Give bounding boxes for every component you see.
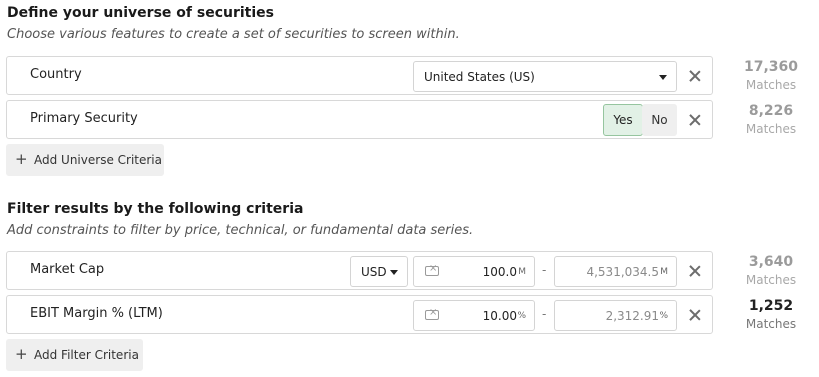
market-cap-matches-count: 3,640 — [748, 254, 794, 270]
country-matches-label: Matches — [745, 78, 797, 92]
ebit-margin-matches-label: Matches — [745, 317, 797, 331]
remove-market-cap-close-icon[interactable] — [689, 265, 701, 277]
market-cap-max-placeholder: 4,531,034.5 — [586, 265, 659, 279]
add-universe-criteria-button[interactable]: + Add Universe Criteria — [6, 144, 164, 176]
add-universe-criteria-label: Add Universe Criteria — [34, 153, 162, 167]
ebit-margin-label: EBIT Margin % (LTM) — [30, 306, 163, 321]
filters-subtitle: Add constraints to filter by price, tech… — [7, 223, 474, 238]
ebit-margin-min-input[interactable]: 10.00 % — [413, 300, 535, 331]
add-filter-criteria-button[interactable]: + Add Filter Criteria — [6, 339, 143, 371]
ebit-margin-matches-count: 1,252 — [748, 298, 794, 314]
remove-country-close-icon[interactable] — [689, 70, 701, 82]
country-select-value: United States (US) — [424, 70, 535, 84]
country-select[interactable]: United States (US) — [413, 61, 677, 92]
plus-icon: + — [15, 150, 28, 168]
market-cap-max-input[interactable]: 4,531,034.5 M — [554, 256, 677, 287]
ebit-margin-min-value: 10.00 — [482, 309, 517, 323]
remove-ebit-margin-close-icon[interactable] — [689, 309, 701, 321]
clear-tag-icon[interactable] — [425, 263, 439, 276]
range-separator: - — [542, 307, 547, 321]
filters-title: Filter results by the following criteria — [7, 201, 304, 217]
universe-row-country: Country United States (US) — [6, 56, 713, 95]
market-cap-matches-label: Matches — [745, 273, 797, 287]
market-cap-min-unit: M — [518, 267, 526, 277]
filter-row-ebit-margin: EBIT Margin % (LTM) 10.00 % - 2,312.91 % — [6, 295, 713, 334]
currency-select[interactable]: USD — [350, 256, 408, 287]
ebit-margin-min-unit: % — [517, 311, 526, 321]
remove-primary-security-close-icon[interactable] — [689, 114, 701, 126]
ebit-margin-max-input[interactable]: 2,312.91 % — [554, 300, 677, 331]
primary-security-matches-count: 8,226 — [748, 103, 794, 119]
market-cap-min-value: 100.0 — [482, 265, 517, 279]
country-label: Country — [30, 67, 82, 82]
market-cap-matches: 3,640 Matches — [734, 254, 808, 287]
ebit-margin-matches: 1,252 Matches — [734, 298, 808, 331]
add-filter-criteria-label: Add Filter Criteria — [34, 348, 139, 362]
plus-icon: + — [15, 345, 28, 363]
ebit-margin-max-placeholder: 2,312.91 — [605, 309, 659, 323]
chevron-down-icon — [390, 270, 398, 275]
range-separator: - — [542, 263, 547, 277]
filter-row-market-cap: Market Cap USD 100.0 M - 4,531,034.5 M — [6, 251, 713, 290]
currency-select-value: USD — [361, 265, 387, 279]
primary-security-matches: 8,226 Matches — [734, 103, 808, 136]
universe-row-primary-security: Primary Security Yes No — [6, 100, 713, 139]
country-matches: 17,360 Matches — [734, 59, 808, 92]
market-cap-min-input[interactable]: 100.0 M — [413, 256, 535, 287]
primary-security-matches-label: Matches — [745, 122, 797, 136]
market-cap-max-unit: M — [660, 267, 668, 277]
primary-security-label: Primary Security — [30, 111, 138, 126]
country-matches-count: 17,360 — [743, 59, 799, 75]
chevron-down-icon — [659, 75, 667, 80]
ebit-margin-max-unit: % — [659, 311, 668, 321]
clear-tag-icon[interactable] — [425, 307, 439, 320]
universe-title: Define your universe of securities — [7, 5, 274, 21]
market-cap-label: Market Cap — [30, 262, 105, 277]
universe-subtitle: Choose various features to create a set … — [7, 27, 460, 42]
primary-security-no-button[interactable]: No — [642, 104, 677, 136]
primary-security-yes-button[interactable]: Yes — [603, 104, 643, 136]
